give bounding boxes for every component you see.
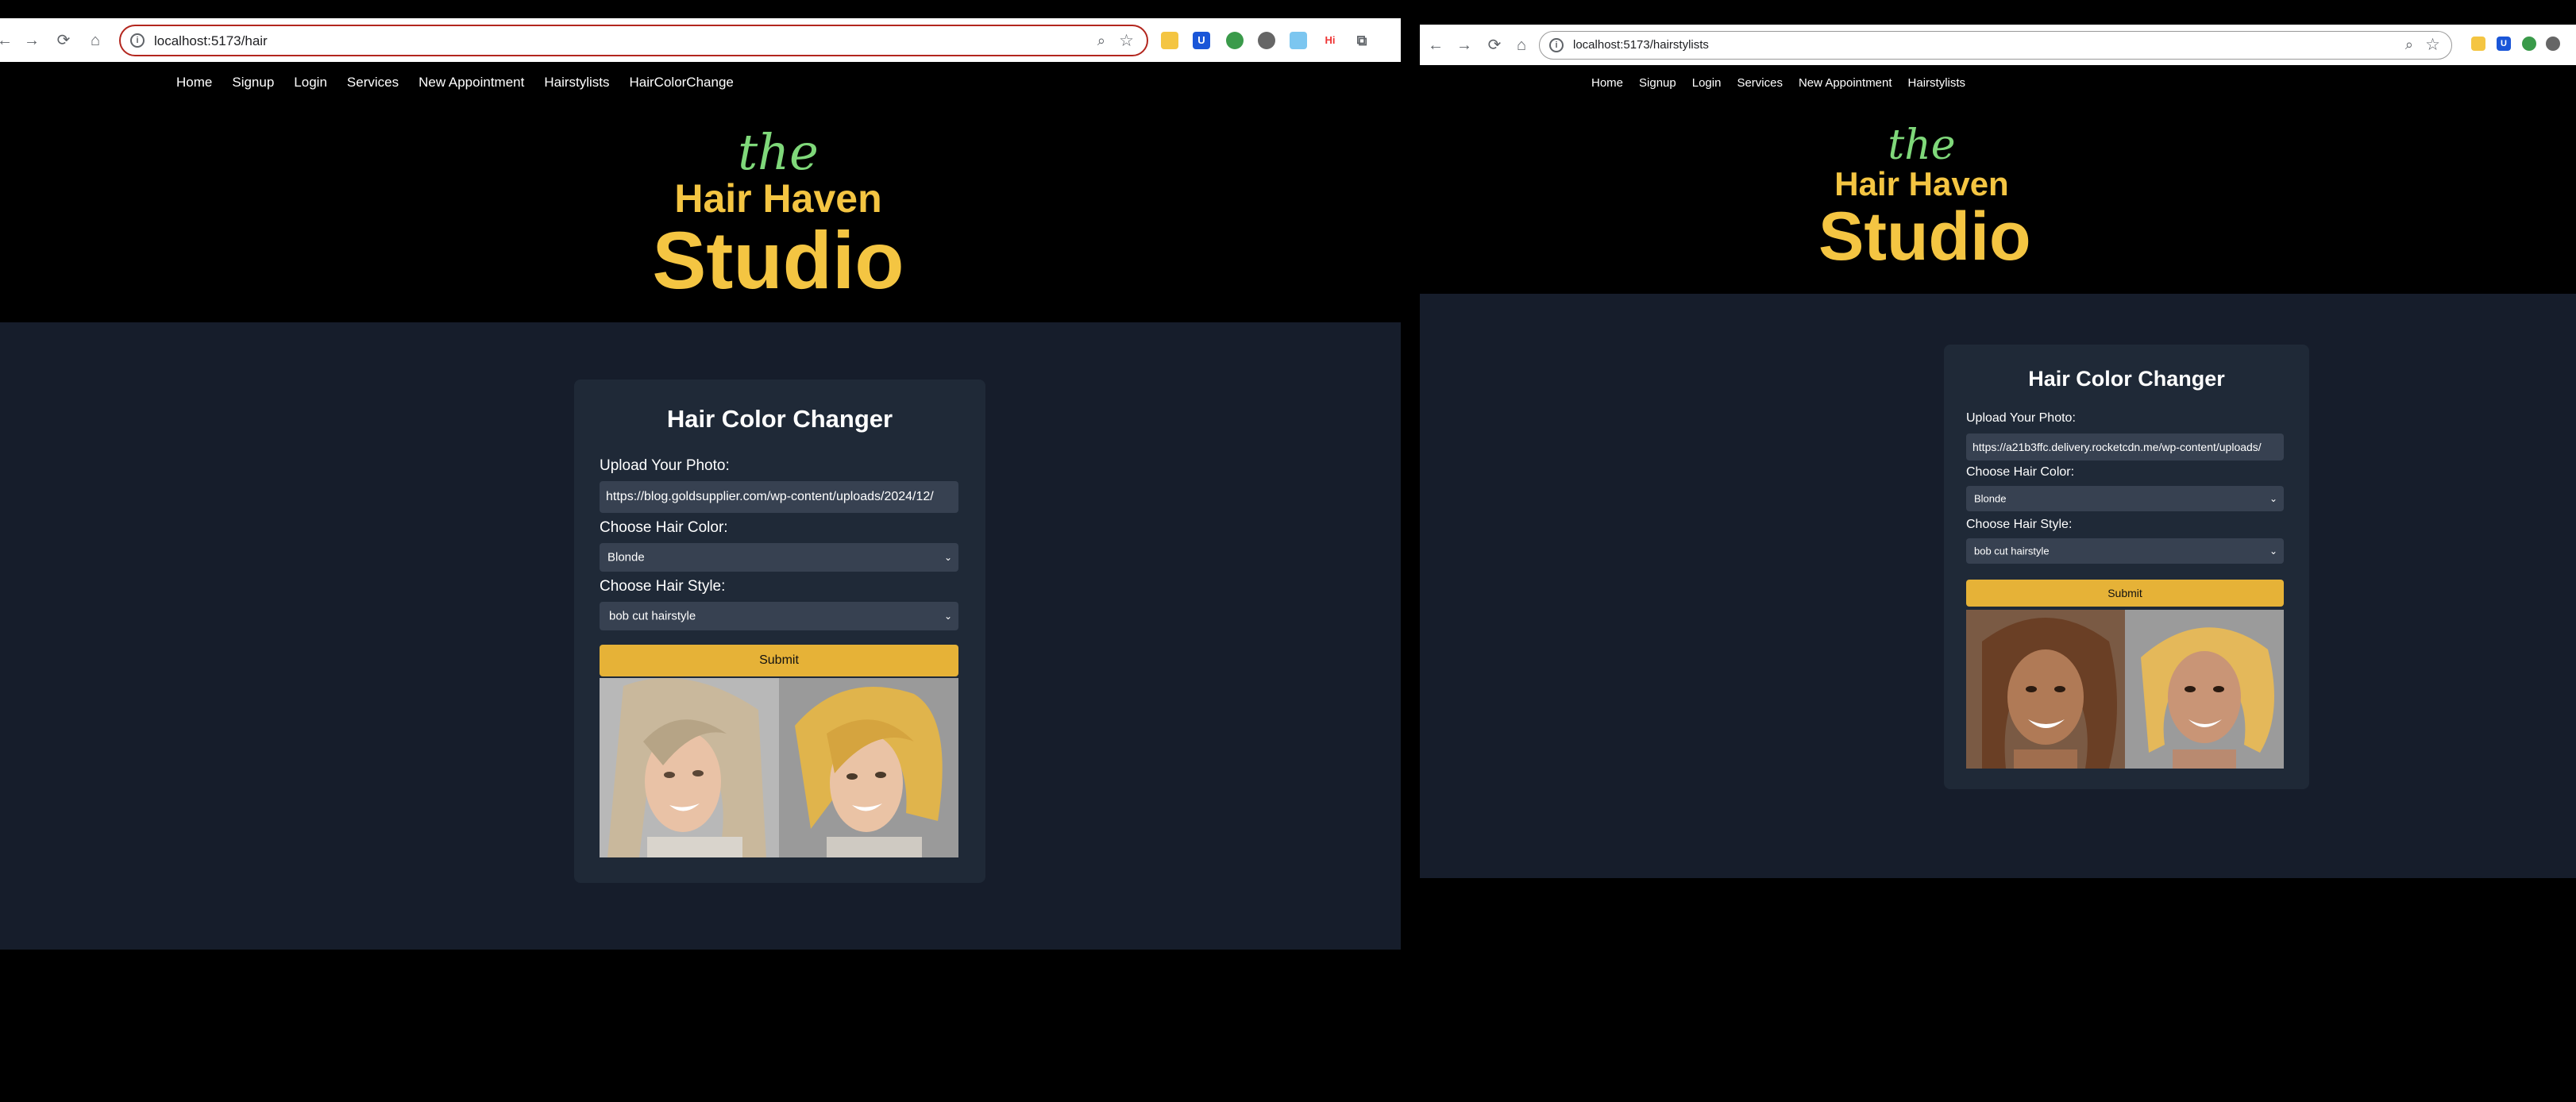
extension-u-icon[interactable]: U <box>2497 37 2511 51</box>
home-icon[interactable]: ⌂ <box>84 29 106 52</box>
card-title: Hair Color Changer <box>2028 367 2225 391</box>
site-nav: Home Signup Login Services New Appointme… <box>1591 76 1965 90</box>
back-icon[interactable]: ← <box>1425 34 1447 56</box>
nav-new-appointment[interactable]: New Appointment <box>1799 76 1892 90</box>
nav-hairstylists[interactable]: Hairstylists <box>1908 76 1966 90</box>
main-content: Hair Color Changer Upload Your Photo: ht… <box>0 322 1401 950</box>
hair-color-label: Choose Hair Color: <box>1966 465 2075 479</box>
nav-new-appointment[interactable]: New Appointment <box>418 75 524 91</box>
extension-gear-icon[interactable] <box>1258 32 1275 49</box>
logo-studio: Studio <box>1818 198 2031 275</box>
hair-color-select[interactable]: Blonde ⌄ <box>600 543 958 572</box>
nav-login[interactable]: Login <box>294 75 327 91</box>
main-content: Hair Color Changer Upload Your Photo: ht… <box>1420 294 2576 878</box>
browser-toolbar: ← → ⟳ ⌂ i localhost:5173/hairstylists ⌕ … <box>1420 1 2576 65</box>
upload-label: Upload Your Photo: <box>1966 411 2076 425</box>
logo-studio: Studio <box>652 215 904 306</box>
hair-style-label: Choose Hair Style: <box>1966 518 2073 531</box>
left-browser-window: ← → ⟳ ⌂ i localhost:5173/hair ⌕ ☆ U Hi ⧉… <box>0 0 1401 1102</box>
bookmark-star-icon[interactable]: ☆ <box>1119 31 1134 51</box>
nav-home[interactable]: Home <box>1591 76 1623 90</box>
nav-services[interactable]: Services <box>347 75 399 91</box>
upload-label: Upload Your Photo: <box>600 457 730 474</box>
bookmark-star-icon[interactable]: ☆ <box>2425 35 2440 55</box>
extensions-puzzle-icon[interactable]: ⧉ <box>1353 32 1371 49</box>
chevron-down-icon: ⌄ <box>943 552 952 563</box>
logo-hair-haven: Hair Haven <box>1834 165 2009 202</box>
site-logo: the Hair Haven Studio <box>1818 121 2031 275</box>
chevron-down-icon: ⌄ <box>2269 493 2277 504</box>
reload-icon[interactable]: ⟳ <box>52 29 75 52</box>
original-photo <box>600 678 779 857</box>
extension-green-icon[interactable] <box>1226 32 1244 49</box>
photo-url-input[interactable]: https://blog.goldsupplier.com/wp-content… <box>600 481 958 513</box>
site-info-icon[interactable]: i <box>1549 38 1564 52</box>
address-bar[interactable]: i localhost:5173/hair ⌕ ☆ <box>119 25 1148 56</box>
original-photo <box>1966 610 2125 769</box>
url-text: localhost:5173/hair <box>154 33 268 48</box>
photo-url-input[interactable]: https://a21b3ffc.delivery.rocketcdn.me/w… <box>1966 433 2284 460</box>
nav-hairstylists[interactable]: Hairstylists <box>544 75 609 91</box>
submit-button[interactable]: Submit <box>1966 580 2284 607</box>
extension-gear-icon[interactable] <box>2546 37 2560 51</box>
logo-the: the <box>1888 121 1956 169</box>
address-bar[interactable]: i localhost:5173/hairstylists ⌕ ☆ <box>1539 31 2452 60</box>
zoom-icon[interactable]: ⌕ <box>2405 37 2413 53</box>
nav-signup[interactable]: Signup <box>232 75 274 91</box>
home-icon[interactable]: ⌂ <box>1510 34 1533 56</box>
reload-icon[interactable]: ⟳ <box>1483 34 1506 56</box>
extension-hi-icon[interactable]: Hi <box>1321 32 1339 49</box>
nav-services[interactable]: Services <box>1737 76 1783 90</box>
nav-haircolorchange[interactable]: HairColorChange <box>630 75 734 91</box>
back-icon[interactable]: ← <box>0 29 16 52</box>
site-logo: the Hair Haven Studio <box>619 127 937 302</box>
hair-style-select[interactable]: bob cut hairstyle ⌄ <box>1966 538 2284 564</box>
chevron-down-icon: ⌄ <box>2269 545 2277 557</box>
submit-button[interactable]: Submit <box>600 645 958 676</box>
hair-color-label: Choose Hair Color: <box>600 519 728 536</box>
browser-toolbar: ← → ⟳ ⌂ i localhost:5173/hair ⌕ ☆ U Hi ⧉ <box>0 1 1401 62</box>
hair-color-select[interactable]: Blonde ⌄ <box>1966 486 2284 511</box>
nav-signup[interactable]: Signup <box>1639 76 1676 90</box>
right-browser-window: ← → ⟳ ⌂ i localhost:5173/hairstylists ⌕ … <box>1420 0 2576 1102</box>
chevron-down-icon: ⌄ <box>943 611 952 622</box>
site-info-icon[interactable]: i <box>130 33 145 48</box>
extension-green-icon[interactable] <box>2522 37 2536 51</box>
forward-icon[interactable]: → <box>1453 34 1475 56</box>
url-text: localhost:5173/hairstylists <box>1573 38 1709 52</box>
hair-style-select[interactable]: bob cut hairstyle ⌄ <box>600 602 958 630</box>
result-photo <box>779 678 958 857</box>
card-title: Hair Color Changer <box>666 405 893 433</box>
extension-blue-icon[interactable] <box>1290 32 1307 49</box>
nav-login[interactable]: Login <box>1692 76 1722 90</box>
nav-home[interactable]: Home <box>176 75 212 91</box>
hair-color-card: Hair Color Changer Upload Your Photo: ht… <box>574 380 985 883</box>
extension-yellow-icon[interactable] <box>2471 37 2485 51</box>
zoom-icon[interactable]: ⌕ <box>1097 33 1105 49</box>
logo-the: the <box>738 123 819 181</box>
hair-style-label: Choose Hair Style: <box>600 578 726 595</box>
result-photo <box>2125 610 2284 769</box>
extension-yellow-icon[interactable] <box>1161 32 1178 49</box>
logo-hair-haven: Hair Haven <box>674 176 882 221</box>
site-nav: Home Signup Login Services New Appointme… <box>176 75 734 91</box>
extension-u-icon[interactable]: U <box>1193 32 1210 49</box>
forward-icon[interactable]: → <box>21 29 43 52</box>
hair-color-card: Hair Color Changer Upload Your Photo: ht… <box>1944 345 2309 789</box>
